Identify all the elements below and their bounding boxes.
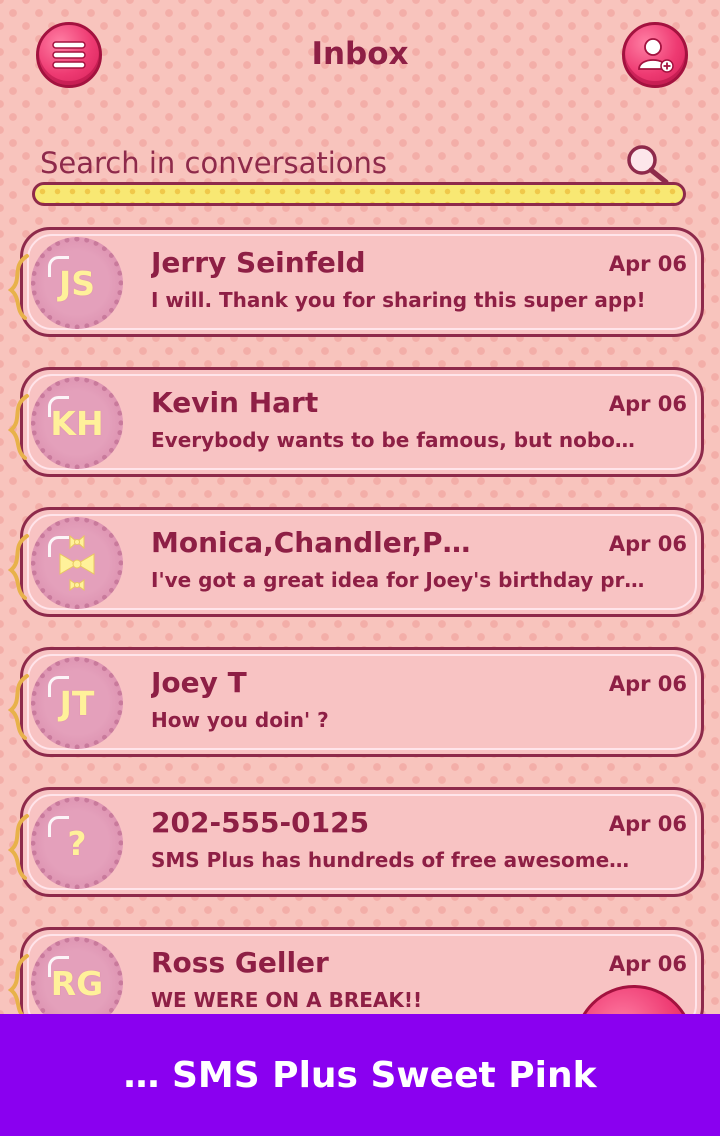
message-date: Apr 06 xyxy=(608,252,687,276)
message-date: Apr 06 xyxy=(608,672,687,696)
contact-name: Jerry Seinfeld xyxy=(151,246,366,279)
ribbon-stem-icon xyxy=(7,394,29,460)
conversation-item[interactable]: JS Jerry Seinfeld Apr 06 I will. Thank y… xyxy=(7,227,704,337)
conversation-item[interactable]: JT Joey T Apr 06 How you doin' ? xyxy=(7,647,704,757)
message-preview: How you doin' ? xyxy=(151,708,329,732)
contact-name: Ross Geller xyxy=(151,946,329,979)
page-title: Inbox xyxy=(311,36,409,72)
conversation-item[interactable]: KH Kevin Hart Apr 06 Everybody wants to … xyxy=(7,367,704,477)
contact-name: Monica,Chandler,P… xyxy=(151,526,471,559)
bow-group-icon xyxy=(59,534,95,591)
avatar: ? xyxy=(31,797,123,889)
message-date: Apr 06 xyxy=(608,392,687,416)
contact-name: Kevin Hart xyxy=(151,386,319,419)
message-date: Apr 06 xyxy=(608,812,687,836)
message-date: Apr 06 xyxy=(608,952,687,976)
ribbon-stem-icon xyxy=(7,954,29,1020)
avatar: KH xyxy=(31,377,123,469)
contact-name: Joey T xyxy=(151,666,247,699)
ribbon-stem-icon xyxy=(7,254,29,320)
message-date: Apr 06 xyxy=(608,532,687,556)
message-preview: I will. Thank you for sharing this super… xyxy=(151,288,646,312)
ribbon-stem-icon xyxy=(7,674,29,740)
avatar xyxy=(31,517,123,609)
ribbon-stem-icon xyxy=(7,534,29,600)
contact-name: 202-555-0125 xyxy=(151,806,370,839)
promo-banner: … SMS Plus Sweet Pink xyxy=(0,1014,720,1136)
ribbon-stem-icon xyxy=(7,814,29,880)
search-input[interactable]: Search in conversations xyxy=(40,146,387,180)
search-underline xyxy=(32,182,686,206)
conversation-item[interactable]: ? 202-555-0125 Apr 06 SMS Plus has hundr… xyxy=(7,787,704,897)
message-preview: SMS Plus has hundreds of free awesome… xyxy=(151,848,630,872)
add-contact-icon xyxy=(638,38,674,73)
add-contact-button[interactable] xyxy=(622,22,688,88)
avatar: JT xyxy=(31,657,123,749)
message-preview: Everybody wants to be famous, but nobo… xyxy=(151,428,635,452)
message-preview: I've got a great idea for Joey's birthda… xyxy=(151,568,645,592)
search-icon[interactable] xyxy=(624,142,670,186)
conversation-item[interactable]: Monica,Chandler,P… Apr 06 I've got a gre… xyxy=(7,507,704,617)
avatar: JS xyxy=(31,237,123,329)
